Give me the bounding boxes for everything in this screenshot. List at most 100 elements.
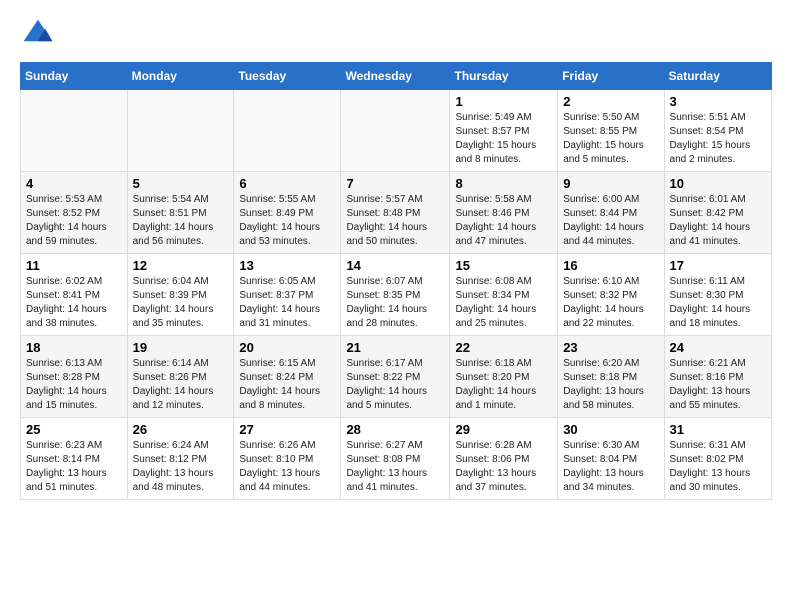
- day-info: Sunrise: 6:01 AM Sunset: 8:42 PM Dayligh…: [670, 193, 766, 249]
- day-number: 27: [239, 422, 335, 437]
- day-info: Sunrise: 5:54 AM Sunset: 8:51 PM Dayligh…: [133, 193, 229, 249]
- day-number: 30: [563, 422, 658, 437]
- day-cell: [234, 90, 341, 172]
- day-number: 28: [346, 422, 444, 437]
- day-number: 19: [133, 340, 229, 355]
- calendar-header: SundayMondayTuesdayWednesdayThursdayFrid…: [21, 63, 772, 90]
- day-number: 14: [346, 258, 444, 273]
- day-number: 26: [133, 422, 229, 437]
- day-cell: [21, 90, 128, 172]
- day-number: 3: [670, 94, 766, 109]
- day-number: 22: [455, 340, 552, 355]
- logo: [20, 16, 60, 52]
- day-info: Sunrise: 6:18 AM Sunset: 8:20 PM Dayligh…: [455, 357, 552, 413]
- day-info: Sunrise: 6:14 AM Sunset: 8:26 PM Dayligh…: [133, 357, 229, 413]
- day-cell: 23 Sunrise: 6:20 AM Sunset: 8:18 PM Dayli…: [558, 336, 664, 418]
- day-number: 18: [26, 340, 122, 355]
- day-cell: 13 Sunrise: 6:05 AM Sunset: 8:37 PM Dayli…: [234, 254, 341, 336]
- day-info: Sunrise: 6:04 AM Sunset: 8:39 PM Dayligh…: [133, 275, 229, 331]
- day-info: Sunrise: 6:30 AM Sunset: 8:04 PM Dayligh…: [563, 439, 658, 495]
- day-info: Sunrise: 6:26 AM Sunset: 8:10 PM Dayligh…: [239, 439, 335, 495]
- day-cell: 24 Sunrise: 6:21 AM Sunset: 8:16 PM Dayli…: [664, 336, 771, 418]
- day-cell: 16 Sunrise: 6:10 AM Sunset: 8:32 PM Dayli…: [558, 254, 664, 336]
- day-number: 4: [26, 176, 122, 191]
- day-info: Sunrise: 6:15 AM Sunset: 8:24 PM Dayligh…: [239, 357, 335, 413]
- day-cell: 20 Sunrise: 6:15 AM Sunset: 8:24 PM Dayli…: [234, 336, 341, 418]
- day-info: Sunrise: 6:31 AM Sunset: 8:02 PM Dayligh…: [670, 439, 766, 495]
- week-row-4: 18 Sunrise: 6:13 AM Sunset: 8:28 PM Dayli…: [21, 336, 772, 418]
- day-number: 1: [455, 94, 552, 109]
- day-info: Sunrise: 6:27 AM Sunset: 8:08 PM Dayligh…: [346, 439, 444, 495]
- day-info: Sunrise: 6:13 AM Sunset: 8:28 PM Dayligh…: [26, 357, 122, 413]
- day-number: 6: [239, 176, 335, 191]
- day-info: Sunrise: 6:07 AM Sunset: 8:35 PM Dayligh…: [346, 275, 444, 331]
- week-row-2: 4 Sunrise: 5:53 AM Sunset: 8:52 PM Daylig…: [21, 172, 772, 254]
- day-info: Sunrise: 5:57 AM Sunset: 8:48 PM Dayligh…: [346, 193, 444, 249]
- day-cell: 10 Sunrise: 6:01 AM Sunset: 8:42 PM Dayli…: [664, 172, 771, 254]
- day-cell: [127, 90, 234, 172]
- day-info: Sunrise: 6:02 AM Sunset: 8:41 PM Dayligh…: [26, 275, 122, 331]
- day-cell: 1Sunrise: 5:49 AM Sunset: 8:57 PM Daylig…: [450, 90, 558, 172]
- day-cell: 15 Sunrise: 6:08 AM Sunset: 8:34 PM Dayli…: [450, 254, 558, 336]
- day-number: 24: [670, 340, 766, 355]
- day-cell: 2Sunrise: 5:50 AM Sunset: 8:55 PM Daylig…: [558, 90, 664, 172]
- day-cell: 30 Sunrise: 6:30 AM Sunset: 8:04 PM Dayli…: [558, 418, 664, 500]
- day-number: 13: [239, 258, 335, 273]
- day-number: 16: [563, 258, 658, 273]
- day-number: 8: [455, 176, 552, 191]
- header-row: SundayMondayTuesdayWednesdayThursdayFrid…: [21, 63, 772, 90]
- day-info: Sunrise: 6:24 AM Sunset: 8:12 PM Dayligh…: [133, 439, 229, 495]
- day-cell: 22 Sunrise: 6:18 AM Sunset: 8:20 PM Dayli…: [450, 336, 558, 418]
- day-info: Sunrise: 6:20 AM Sunset: 8:18 PM Dayligh…: [563, 357, 658, 413]
- day-info: Sunrise: 5:58 AM Sunset: 8:46 PM Dayligh…: [455, 193, 552, 249]
- day-number: 25: [26, 422, 122, 437]
- day-cell: 21Sunrise: 6:17 AM Sunset: 8:22 PM Dayli…: [341, 336, 450, 418]
- day-cell: 14 Sunrise: 6:07 AM Sunset: 8:35 PM Dayli…: [341, 254, 450, 336]
- day-cell: [341, 90, 450, 172]
- header-monday: Monday: [127, 63, 234, 90]
- day-number: 29: [455, 422, 552, 437]
- header-tuesday: Tuesday: [234, 63, 341, 90]
- day-number: 12: [133, 258, 229, 273]
- day-cell: 27 Sunrise: 6:26 AM Sunset: 8:10 PM Dayli…: [234, 418, 341, 500]
- day-info: Sunrise: 6:08 AM Sunset: 8:34 PM Dayligh…: [455, 275, 552, 331]
- logo-icon: [20, 16, 56, 52]
- day-cell: 6Sunrise: 5:55 AM Sunset: 8:49 PM Daylig…: [234, 172, 341, 254]
- day-number: 31: [670, 422, 766, 437]
- day-cell: 26 Sunrise: 6:24 AM Sunset: 8:12 PM Dayli…: [127, 418, 234, 500]
- day-cell: 28 Sunrise: 6:27 AM Sunset: 8:08 PM Dayli…: [341, 418, 450, 500]
- day-info: Sunrise: 5:53 AM Sunset: 8:52 PM Dayligh…: [26, 193, 122, 249]
- day-info: Sunrise: 6:23 AM Sunset: 8:14 PM Dayligh…: [26, 439, 122, 495]
- day-info: Sunrise: 5:50 AM Sunset: 8:55 PM Dayligh…: [563, 111, 658, 167]
- day-info: Sunrise: 6:05 AM Sunset: 8:37 PM Dayligh…: [239, 275, 335, 331]
- week-row-5: 25 Sunrise: 6:23 AM Sunset: 8:14 PM Dayli…: [21, 418, 772, 500]
- day-cell: 17 Sunrise: 6:11 AM Sunset: 8:30 PM Dayli…: [664, 254, 771, 336]
- day-cell: 19 Sunrise: 6:14 AM Sunset: 8:26 PM Dayli…: [127, 336, 234, 418]
- calendar-table: SundayMondayTuesdayWednesdayThursdayFrid…: [20, 62, 772, 500]
- day-info: Sunrise: 6:11 AM Sunset: 8:30 PM Dayligh…: [670, 275, 766, 331]
- day-number: 7: [346, 176, 444, 191]
- day-cell: 11 Sunrise: 6:02 AM Sunset: 8:41 PM Dayli…: [21, 254, 128, 336]
- week-row-1: 1Sunrise: 5:49 AM Sunset: 8:57 PM Daylig…: [21, 90, 772, 172]
- day-info: Sunrise: 6:21 AM Sunset: 8:16 PM Dayligh…: [670, 357, 766, 413]
- day-cell: 3 Sunrise: 5:51 AM Sunset: 8:54 PM Daylig…: [664, 90, 771, 172]
- header-saturday: Saturday: [664, 63, 771, 90]
- page-header: [20, 16, 772, 52]
- week-row-3: 11 Sunrise: 6:02 AM Sunset: 8:41 PM Dayli…: [21, 254, 772, 336]
- day-cell: 7 Sunrise: 5:57 AM Sunset: 8:48 PM Daylig…: [341, 172, 450, 254]
- day-number: 17: [670, 258, 766, 273]
- day-number: 20: [239, 340, 335, 355]
- day-number: 23: [563, 340, 658, 355]
- day-cell: 12 Sunrise: 6:04 AM Sunset: 8:39 PM Dayli…: [127, 254, 234, 336]
- day-cell: 29 Sunrise: 6:28 AM Sunset: 8:06 PM Dayli…: [450, 418, 558, 500]
- day-info: Sunrise: 6:10 AM Sunset: 8:32 PM Dayligh…: [563, 275, 658, 331]
- day-cell: 4 Sunrise: 5:53 AM Sunset: 8:52 PM Daylig…: [21, 172, 128, 254]
- day-info: Sunrise: 5:51 AM Sunset: 8:54 PM Dayligh…: [670, 111, 766, 167]
- day-info: Sunrise: 6:28 AM Sunset: 8:06 PM Dayligh…: [455, 439, 552, 495]
- day-number: 15: [455, 258, 552, 273]
- day-number: 10: [670, 176, 766, 191]
- day-info: Sunrise: 6:00 AM Sunset: 8:44 PM Dayligh…: [563, 193, 658, 249]
- day-cell: 18 Sunrise: 6:13 AM Sunset: 8:28 PM Dayli…: [21, 336, 128, 418]
- day-number: 11: [26, 258, 122, 273]
- header-friday: Friday: [558, 63, 664, 90]
